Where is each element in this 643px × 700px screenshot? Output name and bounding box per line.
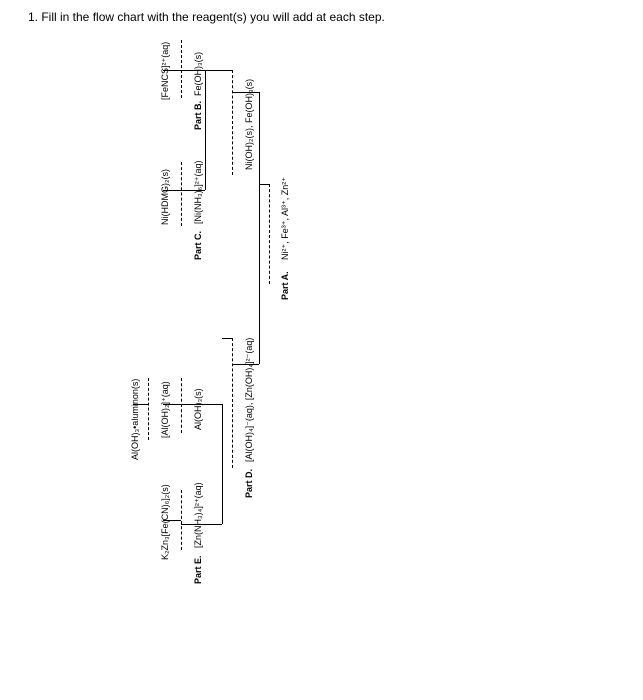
part-b-label: Part B. xyxy=(193,101,203,130)
left2a-in xyxy=(181,524,212,525)
part-a-species: Ni²⁺, Fe³⁺, Al³⁺, Zn²⁺ xyxy=(280,177,291,260)
leaf-al-oh2: [Al(OH)₂]⁺(aq) xyxy=(160,381,171,438)
right1-in xyxy=(232,92,249,93)
left1-stem xyxy=(222,338,232,339)
left1-to-a xyxy=(212,524,222,525)
right2a-in xyxy=(181,190,195,191)
blank-left2a xyxy=(181,490,182,550)
root-stem xyxy=(259,184,269,185)
right1-split-bar xyxy=(205,70,206,190)
question-text: 1. Fill in the flow chart with the reage… xyxy=(28,10,385,24)
blank-root xyxy=(269,184,270,284)
part-a-label: Part A. xyxy=(280,271,290,300)
blank-left1 xyxy=(232,338,233,468)
blank-al-aluminon xyxy=(148,378,149,440)
left1-in xyxy=(232,364,249,365)
part-d-label: Part D. xyxy=(244,469,254,498)
left2b-in xyxy=(181,404,212,405)
left1-to-b xyxy=(212,404,222,405)
leaf-fencs-in xyxy=(163,70,181,71)
part-c-label: Part C. xyxy=(193,231,203,260)
blank-left2b xyxy=(181,378,182,433)
leaf-al-aluminon: Al(OH)₃•aluminon(s) xyxy=(130,379,140,460)
leaf-ni-hdmg: Ni(HDMG)₂(s) xyxy=(160,169,170,225)
root-split-bar xyxy=(259,92,260,364)
leaf-ni-hdmg-in xyxy=(163,190,181,191)
left1-split-bar xyxy=(222,404,223,524)
right1-stem xyxy=(205,70,232,71)
left2b-species: Al(OH)₃(s) xyxy=(193,388,203,430)
leaf-zn-fe: K₂Zn₃[Fe(CN)₆]₂(s) xyxy=(160,484,170,560)
blank-right1 xyxy=(232,70,233,175)
blank-right2a xyxy=(181,162,182,226)
part-c-species: [Ni(NH₃)₆]²⁺(aq) xyxy=(193,160,204,224)
part-d-species: [Al(OH)₄]⁻(aq), [Zn(OH)₄]²⁻(aq) xyxy=(244,338,255,462)
right2b-in xyxy=(181,70,195,71)
part-e-species: [Zn(NH₃)₄]²⁺(aq) xyxy=(193,482,204,548)
leaf-al-oh2-in xyxy=(163,404,181,405)
leaf-zn-fe-in xyxy=(163,520,181,521)
leaf-al-aluminon-in xyxy=(133,404,148,405)
part-e-label: Part E. xyxy=(193,555,203,584)
blank-right2b xyxy=(181,40,182,98)
part-b-species: Fe(OH)₃(s) xyxy=(193,52,203,96)
